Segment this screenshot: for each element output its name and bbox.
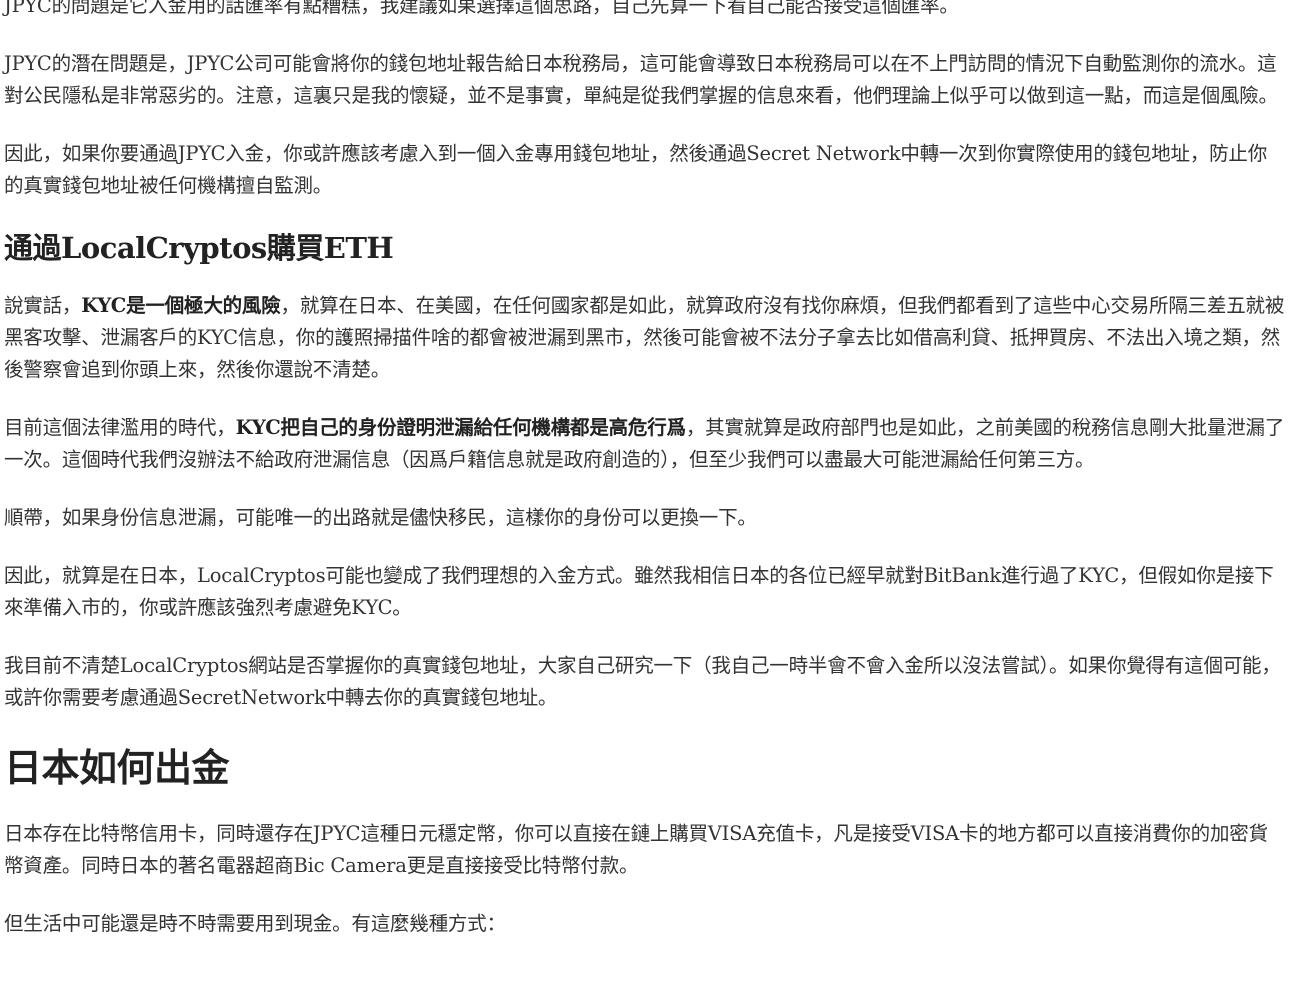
- paragraph-kyc-danger: 目前這個法律濫用的時代，KYC把自己的身份證明泄漏給任何機構都是高危行爲，其實就…: [4, 412, 1286, 476]
- kyc-danger-intro: 目前這個法律濫用的時代，: [4, 416, 236, 439]
- paragraph-jpyc-advice: 因此，如果你要通過JPYC入金，你或許應該考慮入到一個入金專用錢包地址，然後通過…: [4, 142, 1268, 197]
- paragraph-jpyc-risk: JPYC的潛在問題是，JPYC公司可能會將你的錢包地址報告給日本稅務局，這可能會…: [4, 52, 1278, 107]
- article-body: JPYC的問題是它入金用的話匯率有點糟糕，我建議如果選擇這個思路，自己先算一下看…: [4, 0, 1286, 966]
- paragraph-kyc-risk: 說實話，KYC是一個極大的風險，就算在日本、在美國，在任何國家都是如此，就算政府…: [4, 290, 1286, 386]
- kyc-risk-intro: 說實話，: [4, 294, 82, 317]
- paragraph-localcryptos-wallet: 我目前不清楚LocalCryptos網站是否掌握你的真實錢包地址，大家自己研究一…: [4, 654, 1281, 709]
- paragraph-emigrate: 順帶，如果身份信息泄漏，可能唯一的出路就是儘快移民，這樣你的身份可以更換一下。: [4, 506, 757, 529]
- heading-withdraw: 日本如何出金: [4, 745, 230, 790]
- heading-localcryptos: 通過LocalCryptos購買ETH: [4, 231, 394, 265]
- paragraph-jpyc-rate: JPYC的問題是它入金用的話匯率有點糟糕，我建議如果選擇這個思路，自己先算一下看…: [4, 0, 959, 17]
- kyc-danger-emphasis: KYC把自己的身份證明泄漏給任何機構都是高危行爲: [235, 416, 686, 439]
- paragraph-cash-need: 但生活中可能還是時不時需要用到現金。有這麼幾種方式：: [4, 912, 506, 935]
- paragraph-localcryptos-ideal: 因此，就算是在日本，LocalCryptos可能也變成了我們理想的入金方式。雖然…: [4, 564, 1274, 619]
- paragraph-withdraw-options: 日本存在比特幣信用卡，同時還存在JPYC這種日元穩定幣，你可以直接在鏈上購買VI…: [4, 822, 1268, 877]
- kyc-risk-emphasis: KYC是一個極大的風險: [81, 294, 281, 317]
